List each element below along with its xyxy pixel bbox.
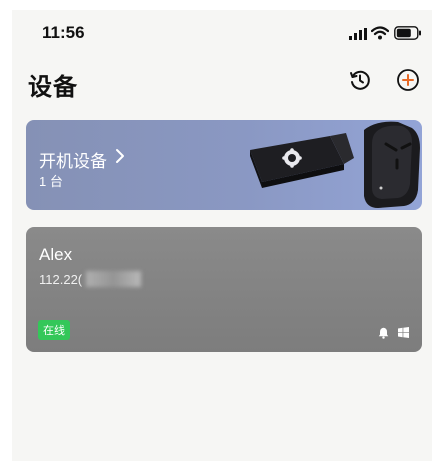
boot-devices-count: 1 台 — [39, 174, 63, 189]
chevron-right-icon — [116, 149, 124, 163]
wifi-icon — [371, 26, 389, 40]
bell-icon — [378, 327, 389, 339]
add-icon[interactable] — [396, 68, 420, 92]
status-badge: 在线 — [38, 320, 70, 340]
history-icon[interactable] — [348, 68, 372, 92]
phone-screen: 11:56 设备 开机设备 1 台 Alex 112.22(在线 — [12, 10, 432, 461]
windows-icon — [398, 327, 409, 338]
battery-icon — [394, 26, 421, 40]
boot-device-illustration — [250, 121, 420, 208]
signal-icon — [349, 28, 367, 40]
page-title: 设备 — [28, 74, 78, 101]
boot-devices-title: 开机设备 — [39, 152, 107, 171]
device-ip: 112.22( — [39, 272, 83, 287]
device-card[interactable]: Alex 112.22( 在线 — [26, 227, 422, 352]
ip-redaction-blur — [86, 271, 141, 287]
device-name: Alex — [39, 245, 73, 264]
boot-devices-card[interactable]: 开机设备 1 台 — [26, 120, 422, 210]
smart-plug-image — [364, 121, 420, 208]
status-time: 11:56 — [42, 23, 85, 42]
usb-stick-image — [250, 133, 354, 188]
